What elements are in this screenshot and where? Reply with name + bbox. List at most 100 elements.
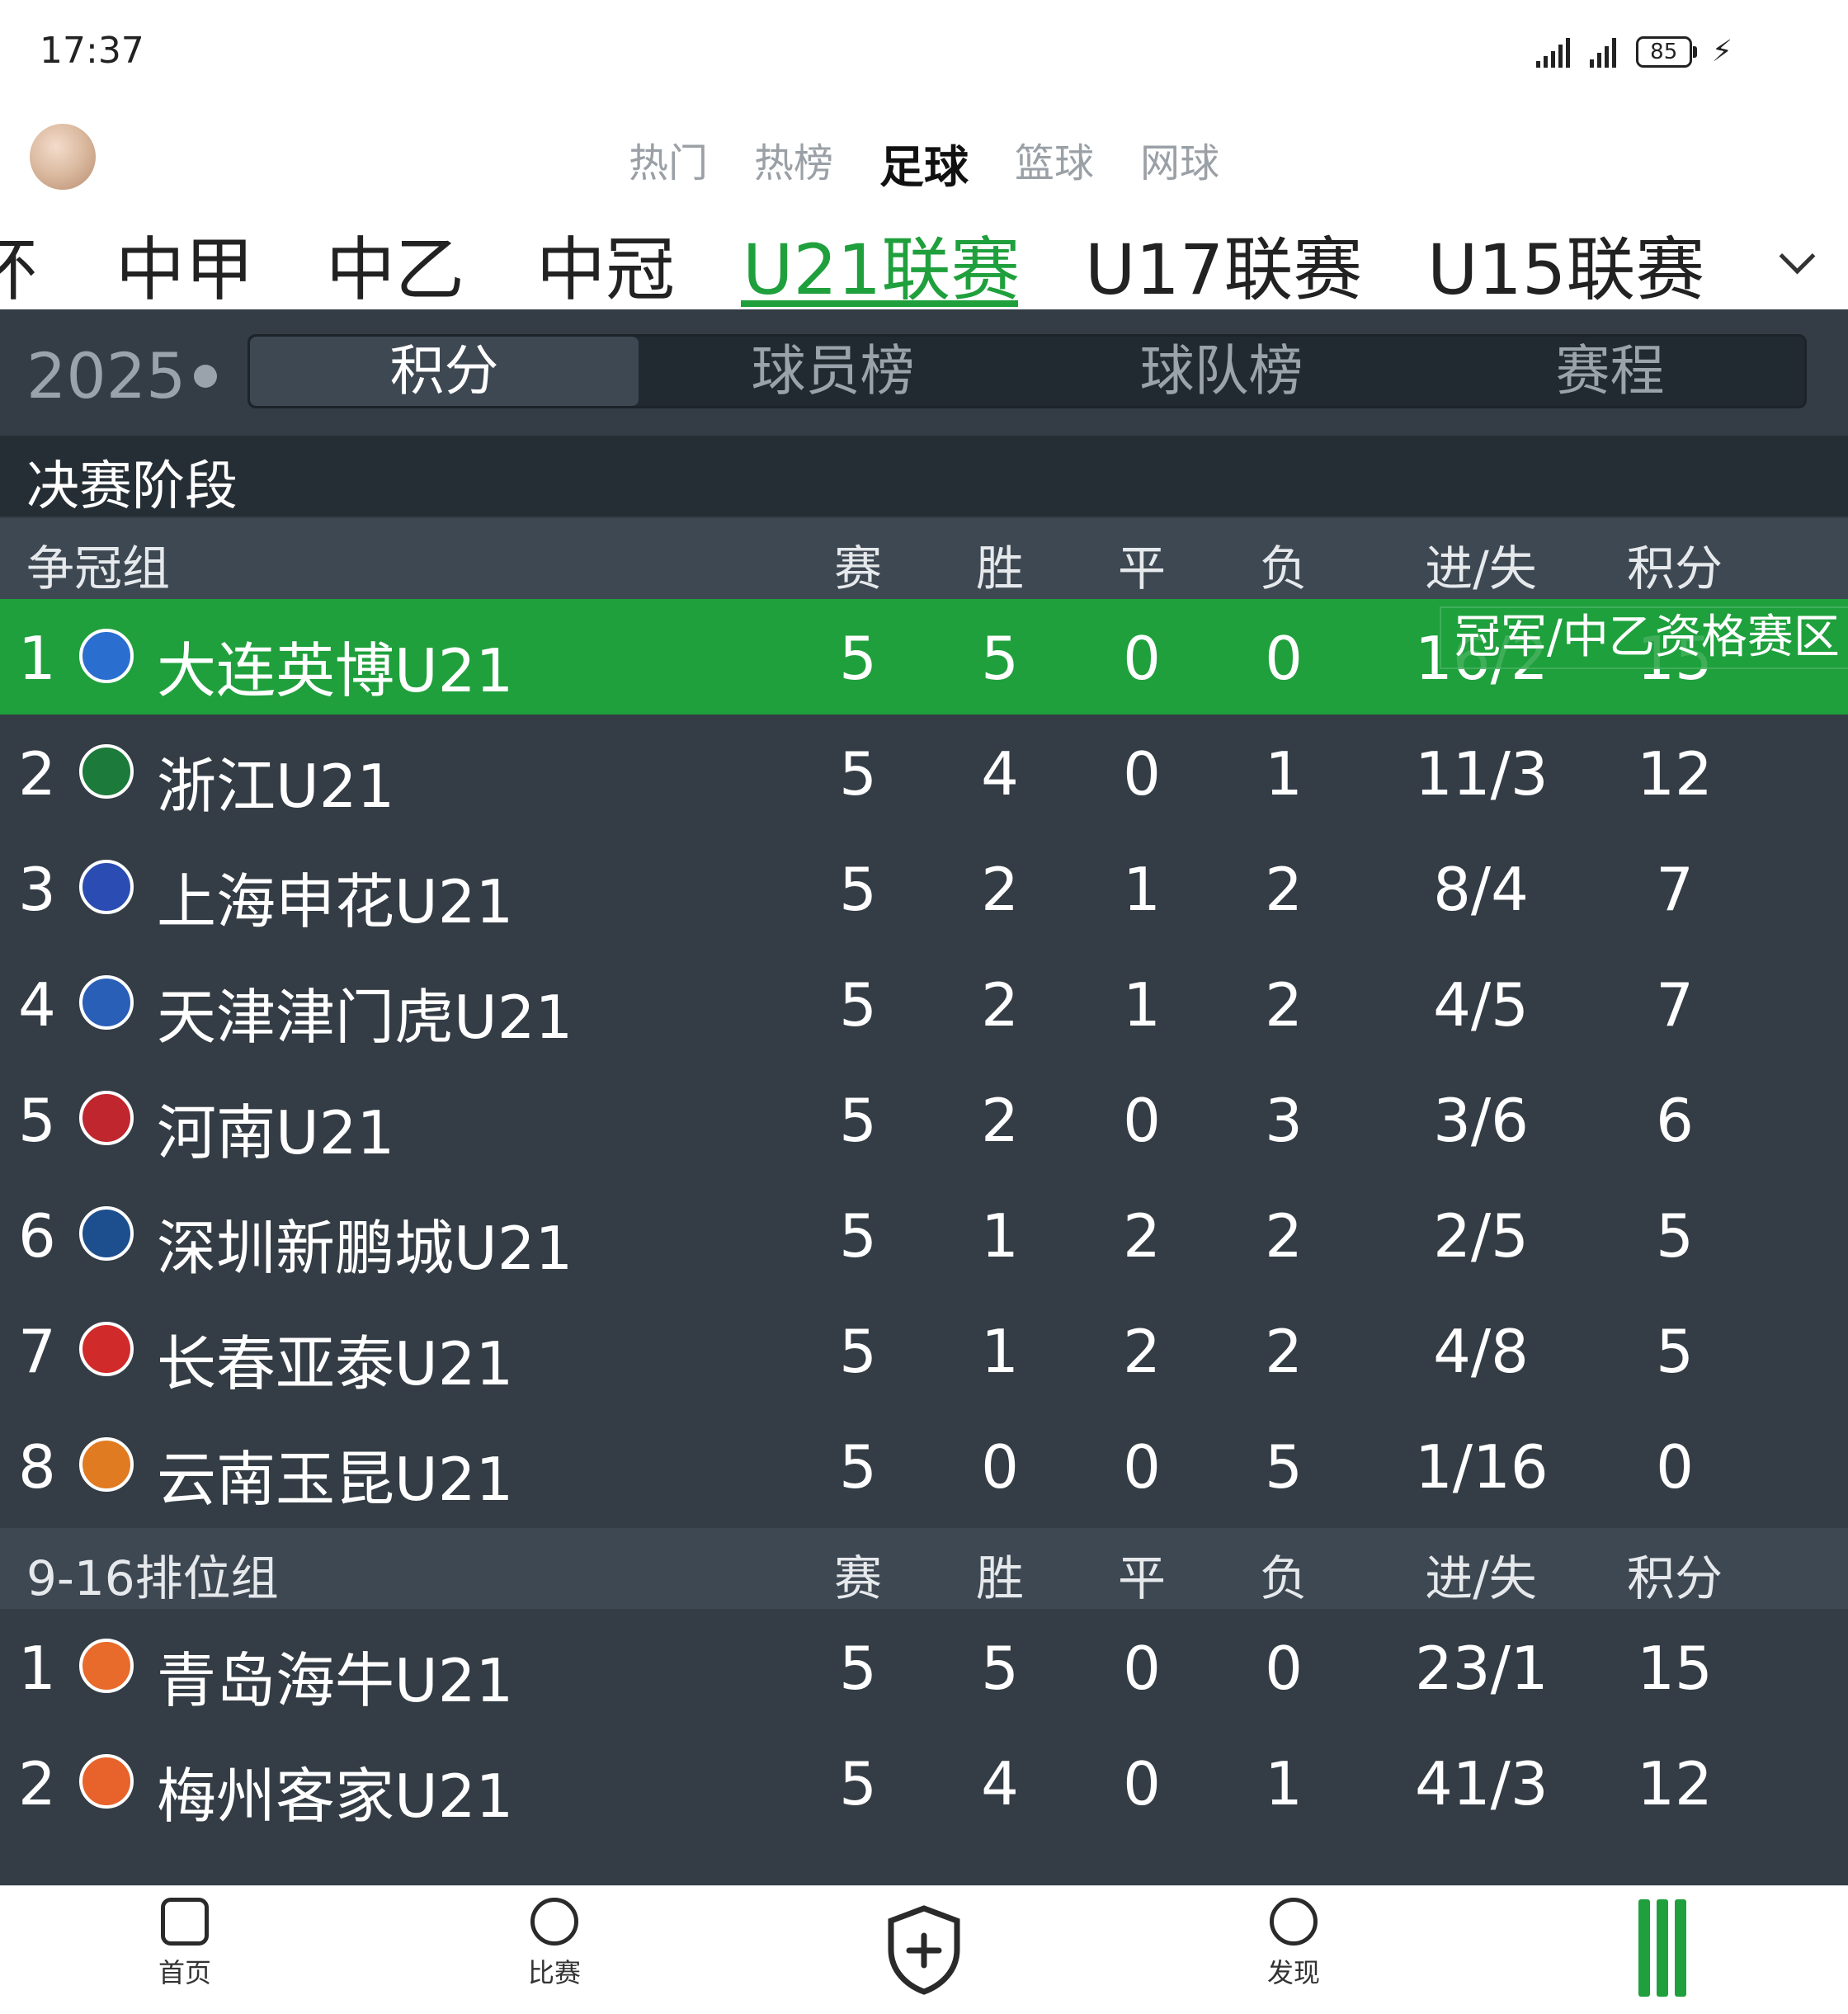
league-tab-zhongjia[interactable]: 中甲 [116,215,254,314]
tab-hot[interactable]: 热门 [629,130,708,196]
stat-pts: 7 [1656,855,1694,924]
stat-pts: 12 [1637,739,1713,809]
stat-p: 5 [839,855,877,924]
stat-gf-ga: 23/1 [1415,1634,1549,1703]
column-header: 赛 [833,540,882,597]
segment-control: 积分 球员榜 球队榜 赛程 [248,334,1807,408]
stat-d: 1 [1123,970,1161,1040]
group-name: 9-16排位组 [26,1550,279,1606]
team-name: 梅州客家U21 [157,1762,514,1831]
table-row[interactable]: 6 深圳新鹏城U21 5 1 2 2 2/5 5 [0,1177,1848,1292]
league-tab-u17[interactable]: U17联赛 [1085,215,1362,314]
home-icon [161,1898,209,1946]
stat-d: 0 [1123,1432,1161,1502]
table-row[interactable]: 3 上海申花U21 5 2 1 2 8/4 7 [0,830,1848,946]
stat-p: 5 [839,1086,877,1155]
team-name: 河南U21 [157,1098,395,1167]
stat-w: 4 [981,739,1019,809]
group-header: 9-16排位组 赛 胜 平 负 进/失 积分 [0,1528,1848,1609]
stat-w: 5 [981,624,1019,693]
segment-standings[interactable]: 积分 [250,337,639,406]
nav-matches[interactable]: 比赛 [488,1898,620,1990]
stat-gf-ga: 2/5 [1433,1201,1529,1271]
stat-p: 5 [839,1749,877,1818]
table-row[interactable]: 8 云南玉昆U21 5 0 0 5 1/16 0 [0,1408,1848,1523]
shield-plus-icon[interactable] [884,1904,964,1995]
stat-p: 5 [839,624,877,693]
column-header: 积分 [1626,1550,1723,1606]
zone-badge: 冠军/中乙资格赛区 [1440,606,1848,669]
stat-gf-ga: 41/3 [1415,1749,1549,1818]
stage-label: 决赛阶段 [26,456,238,517]
team-logo [79,1091,134,1145]
table-row[interactable]: 4 天津津门虎U21 5 2 1 2 4/5 7 [0,946,1848,1061]
stat-w: 0 [981,1432,1019,1502]
brand-logo-icon[interactable] [1634,1899,1691,1997]
nav-home[interactable]: 首页 [119,1898,251,1990]
column-header: 胜 [975,540,1024,597]
tab-football[interactable]: 足球 [879,130,969,196]
app-header: 热门 热榜 足球 篮球 网球 杯 中甲 中乙 中冠 U21联赛 U17联赛 U1… [0,107,1848,314]
league-tab-zhongyi[interactable]: 中乙 [326,215,464,314]
column-header: 进/失 [1425,540,1537,597]
status-bar: 17:37 85 ⚡ [0,0,1848,107]
rank: 4 [18,970,56,1040]
league-tab-zhongguan[interactable]: 中冠 [536,215,675,314]
stat-w: 5 [981,1634,1019,1703]
table-row[interactable]: 5 河南U21 5 2 0 3 3/6 6 [0,1061,1848,1177]
segment-teams[interactable]: 球队榜 [1027,337,1416,406]
stat-d: 0 [1123,739,1161,809]
tab-trending[interactable]: 热榜 [754,130,833,196]
stat-pts: 12 [1637,1749,1713,1818]
nav-home-label: 首页 [158,1957,211,1988]
table-row[interactable]: 2 浙江U21 5 4 0 1 11/3 12 [0,715,1848,830]
table-row[interactable]: 7 长春亚泰U21 5 1 2 2 4/8 5 [0,1292,1848,1408]
column-header: 胜 [975,1550,1024,1606]
column-header: 进/失 [1425,1550,1537,1606]
team-logo [79,1437,134,1492]
rank: 2 [18,1749,56,1818]
battery-icon: 85 [1635,35,1697,68]
stat-d: 0 [1123,624,1161,693]
tab-tennis[interactable]: 网球 [1140,130,1219,196]
table-row[interactable]: 2 梅州客家U21 5 4 0 1 41/3 12 [0,1724,1848,1840]
stat-l: 1 [1265,1749,1303,1818]
stat-p: 5 [839,1432,877,1502]
column-header: 平 [1117,1550,1166,1606]
stat-p: 5 [839,1317,877,1386]
rank: 6 [18,1201,56,1271]
stat-d: 2 [1123,1317,1161,1386]
tab-basketball[interactable]: 篮球 [1015,130,1094,196]
stat-p: 5 [839,970,877,1040]
team-name: 深圳新鹏城U21 [157,1214,573,1283]
league-tabs: 杯 中甲 中乙 中冠 U21联赛 U17联赛 U15联赛 [0,215,1848,310]
group-name: 争冠组 [26,540,171,597]
season-selector[interactable]: 2025 [26,339,218,413]
stat-gf-ga: 4/8 [1433,1317,1529,1386]
stat-pts: 0 [1656,1432,1694,1502]
nav-discover[interactable]: 发现 [1228,1898,1360,1990]
rank: 3 [18,855,56,924]
stat-pts: 5 [1656,1201,1694,1271]
league-tab-cup[interactable]: 杯 [0,215,36,314]
stat-l: 2 [1265,1201,1303,1271]
stat-d: 2 [1123,1201,1161,1271]
segment-players[interactable]: 球员榜 [639,337,1027,406]
stat-l: 0 [1265,624,1303,693]
stat-w: 2 [981,970,1019,1040]
league-tab-u15[interactable]: U15联赛 [1427,215,1704,314]
stat-d: 1 [1123,855,1161,924]
bottom-nav: 首页 比赛 发现 [0,1885,1848,2014]
stat-d: 0 [1123,1634,1161,1703]
team-name: 大连英博U21 [157,636,514,705]
segment-schedule[interactable]: 赛程 [1416,337,1804,406]
nav-matches-label: 比赛 [527,1957,581,1988]
table-row[interactable]: 1 青岛海牛U21 5 5 0 0 23/1 15 [0,1609,1848,1724]
dropdown-icon [194,365,218,388]
team-name: 上海申花U21 [157,867,514,936]
team-logo [79,1322,134,1376]
group-header: 争冠组 赛 胜 平 负 进/失 积分 [0,518,1848,599]
status-time: 17:37 [40,30,144,72]
league-tab-u21[interactable]: U21联赛 [742,215,1020,314]
filter-bar: 2025 积分 球员榜 球队榜 赛程 [0,309,1848,433]
